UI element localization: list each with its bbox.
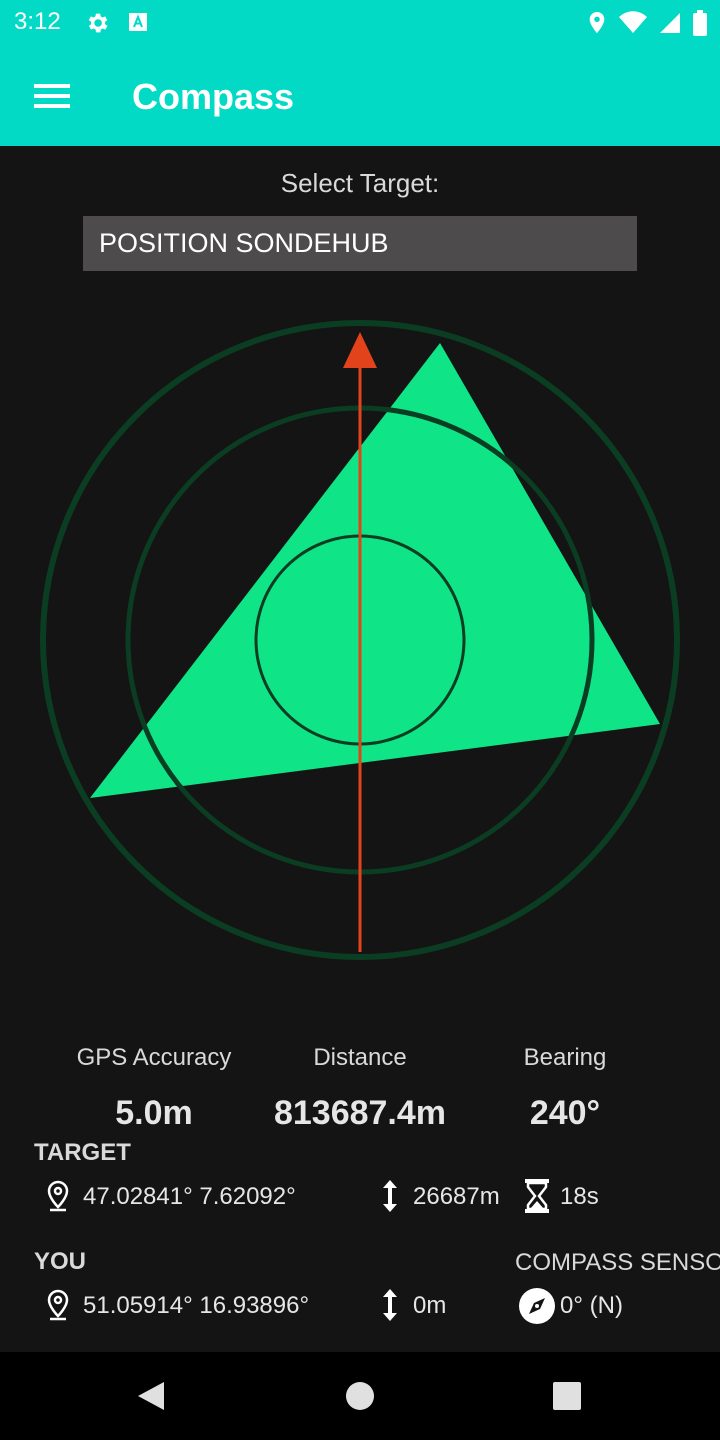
wifi-icon [619, 11, 647, 33]
you-altitude: 0m [413, 1292, 447, 1319]
compass-view [40, 320, 680, 960]
signal-icon [660, 13, 680, 33]
select-target-label: Select Target: [280, 168, 440, 198]
compass-sensor-title: COMPASS SENSO [515, 1249, 720, 1276]
location-pin-icon [589, 12, 605, 34]
compass-sensor-value: 0° (N) [560, 1292, 623, 1319]
back-icon[interactable] [136, 1380, 166, 1412]
north-arrow-head [343, 332, 377, 368]
you-title: YOU [34, 1248, 87, 1275]
status-right-icons [586, 10, 708, 36]
navigation-bar [0, 1352, 720, 1440]
gps-accuracy-label: GPS Accuracy [76, 1044, 232, 1071]
status-bar: 3:12 [0, 0, 720, 48]
location-pin-icon [47, 1289, 69, 1321]
font-a-icon [129, 13, 147, 31]
battery-icon [693, 10, 707, 36]
location-pin-icon [47, 1180, 69, 1212]
status-time: 3:12 [14, 8, 61, 35]
distance-label: Distance [313, 1044, 407, 1071]
target-altitude: 26687m [413, 1183, 500, 1210]
app-bar: Compass [0, 48, 720, 146]
altitude-arrows-icon [383, 1180, 397, 1212]
app-title: Compass [132, 76, 295, 117]
target-title: TARGET [34, 1139, 131, 1166]
compass-icon [519, 1288, 555, 1324]
altitude-arrows-icon [383, 1289, 397, 1321]
you-coordinates: 51.05914° 16.93896° [83, 1292, 310, 1319]
bearing-label: Bearing [523, 1044, 607, 1071]
target-coordinates: 47.02841° 7.62092° [83, 1183, 296, 1210]
bearing-value: 240° [529, 1094, 601, 1132]
status-left-icons [84, 10, 150, 36]
target-select[interactable]: POSITION SONDEHUB [83, 216, 637, 271]
gear-icon [88, 13, 108, 33]
recents-icon[interactable] [553, 1382, 581, 1410]
menu-icon[interactable] [34, 82, 70, 110]
target-age: 18s [560, 1183, 599, 1210]
home-icon[interactable] [345, 1381, 375, 1411]
hourglass-icon [525, 1179, 549, 1213]
